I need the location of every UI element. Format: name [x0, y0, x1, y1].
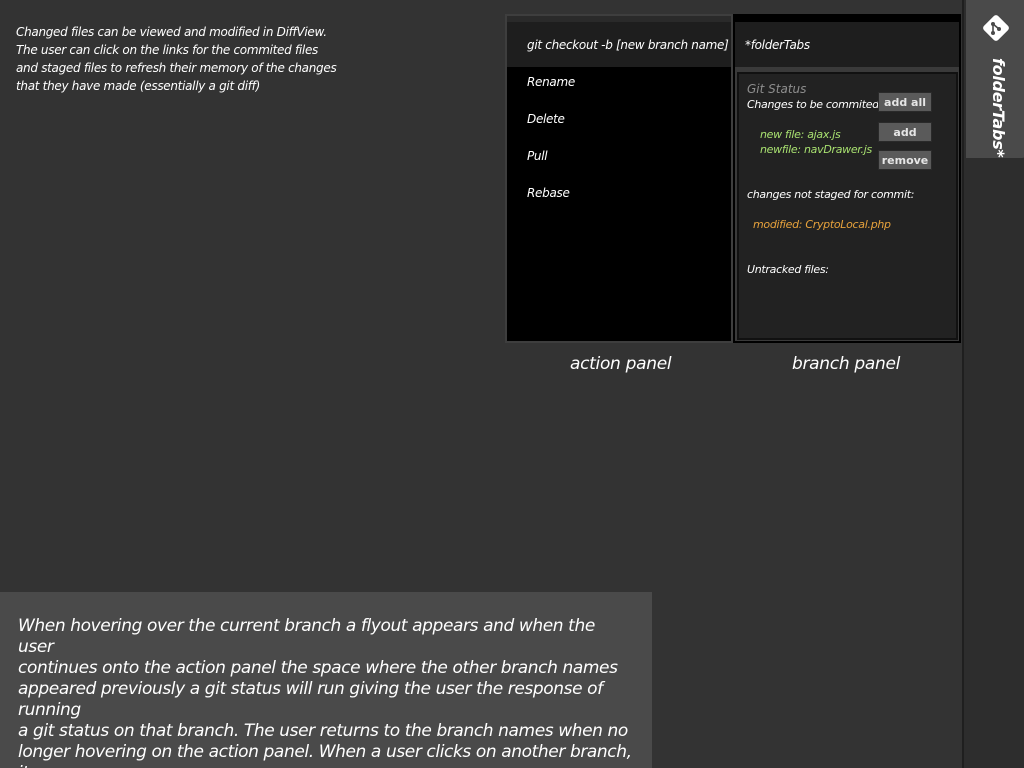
current-branch[interactable]: *folderTabs	[735, 22, 959, 67]
remove-button[interactable]: remove	[878, 150, 932, 170]
diffview-note: Changed files can be viewed and modified…	[16, 25, 337, 93]
not-staged-label: changes not staged for commit:	[747, 188, 915, 201]
folder-tabs-tab[interactable]: folderTabs*	[966, 0, 1024, 158]
action-rebase[interactable]: Rebase	[507, 178, 731, 215]
add-button[interactable]: add	[878, 122, 932, 142]
folder-tabs-label: folderTabs*	[989, 58, 1008, 158]
modified-file-link[interactable]: modified: CryptoLocal.php	[753, 218, 891, 231]
hover-behavior-note: When hovering over the current branch a …	[0, 592, 652, 768]
action-panel: git checkout -b [new branch name] Rename…	[505, 14, 733, 343]
to-be-committed-label: Changes to be commited:	[747, 98, 883, 111]
untracked-label: Untracked files:	[747, 263, 829, 276]
committed-file-link[interactable]: new file: ajax.js	[760, 128, 841, 141]
action-rename[interactable]: Rename	[507, 67, 731, 104]
git-icon	[983, 15, 1009, 41]
action-delete[interactable]: Delete	[507, 104, 731, 141]
git-status-title: Git Status	[747, 82, 807, 96]
action-panel-caption: action panel	[570, 354, 672, 374]
action-pull[interactable]: Pull	[507, 141, 731, 178]
add-all-button[interactable]: add all	[878, 92, 932, 112]
branch-panel-caption: branch panel	[792, 354, 901, 374]
action-checkout-new-branch[interactable]: git checkout -b [new branch name]	[507, 22, 731, 67]
git-status-box: Git Status Changes to be commited: add a…	[737, 72, 958, 340]
side-tab-bar: folderTabs*	[962, 0, 1024, 768]
committed-file-link[interactable]: newfile: navDrawer.js	[760, 143, 872, 156]
branch-panel: *folderTabs Git Status Changes to be com…	[733, 14, 961, 343]
